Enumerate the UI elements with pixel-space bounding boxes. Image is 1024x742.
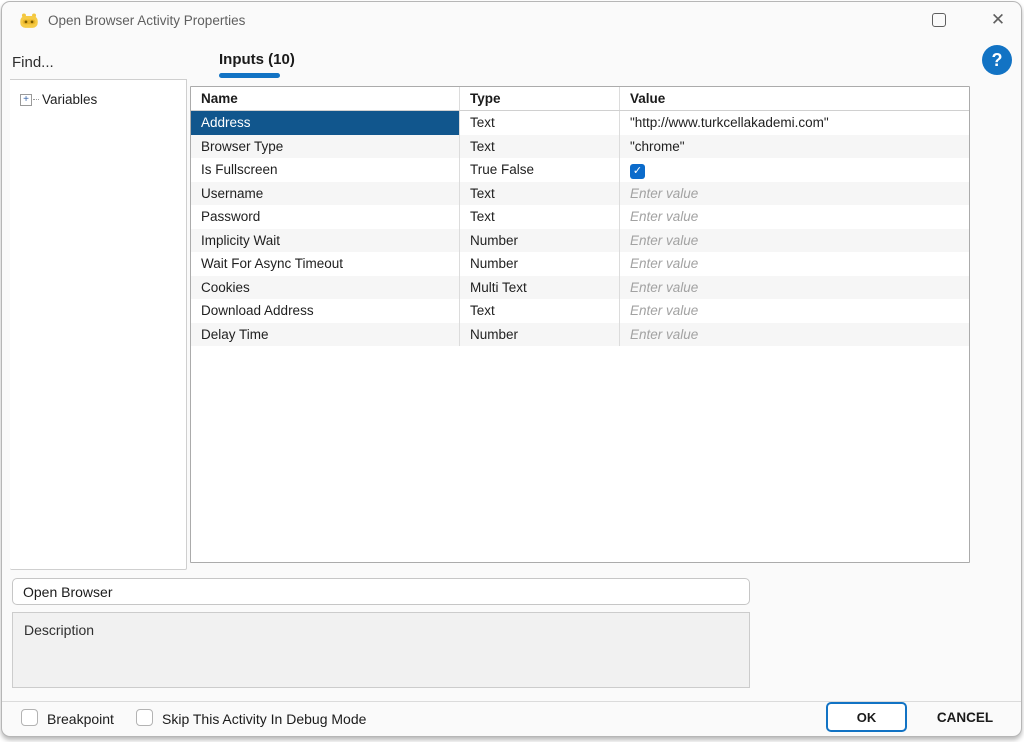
table-row[interactable]: Browser Type Text "chrome" <box>191 134 969 159</box>
row-value-cell[interactable]: Enter value <box>620 323 969 347</box>
row-type-cell: Text <box>460 111 620 135</box>
table-row[interactable]: Username Text Enter value <box>191 181 969 206</box>
table-header: Name Type Value <box>191 87 969 111</box>
tree-item-label: Variables <box>42 92 98 107</box>
table-row[interactable]: Password Text Enter value <box>191 205 969 229</box>
value-placeholder: Enter value <box>630 232 699 248</box>
value-placeholder: Enter value <box>630 279 699 295</box>
description-placeholder: Description <box>24 622 95 638</box>
row-name-cell[interactable]: Download Address <box>191 299 460 323</box>
properties-dialog: Open Browser Activity Properties ✕ ? Fin… <box>1 1 1022 737</box>
column-header-type: Type <box>460 87 620 110</box>
row-name-cell[interactable]: Delay Time <box>191 322 460 346</box>
row-name-cell[interactable]: Browser Type <box>191 134 460 158</box>
skip-debug-label: Skip This Activity In Debug Mode <box>162 711 367 727</box>
row-name-cell[interactable]: Address <box>191 111 460 135</box>
table-body: Address Text "http://www.turkcellakademi.c… <box>191 111 969 346</box>
window-title: Open Browser Activity Properties <box>48 13 246 28</box>
row-value-cell[interactable]: Enter value <box>620 252 969 276</box>
table-row[interactable]: Wait For Async Timeout Number Enter value <box>191 252 969 276</box>
row-type-cell: True False <box>460 158 620 182</box>
value-placeholder: Enter value <box>630 256 699 271</box>
table-row[interactable]: Download Address Text Enter value <box>191 299 969 323</box>
row-type-cell: Number <box>460 322 620 346</box>
value-checkbox-checked[interactable]: ✓ <box>630 164 645 179</box>
ok-button[interactable]: OK <box>826 702 907 732</box>
row-value-cell[interactable]: Enter value <box>620 276 969 300</box>
maximize-button[interactable] <box>932 13 946 27</box>
table-row[interactable]: Implicity Wait Number Enter value <box>191 228 969 253</box>
tree-connector <box>33 99 39 100</box>
find-input[interactable]: Find... <box>12 54 54 71</box>
row-value-cell[interactable]: "http://www.turkcellakademi.com" <box>620 111 969 135</box>
tab-inputs[interactable]: Inputs (10) <box>219 51 295 68</box>
row-name-cell[interactable]: Username <box>191 181 460 205</box>
row-name-cell[interactable]: Password <box>191 205 460 229</box>
value-text: "chrome" <box>630 138 685 154</box>
value-placeholder: Enter value <box>630 326 699 342</box>
tree-item-variables[interactable]: + Variables <box>10 80 186 107</box>
value-placeholder: Enter value <box>630 185 699 201</box>
expand-plus-icon[interactable]: + <box>20 93 32 106</box>
close-icon[interactable]: ✕ <box>986 8 1010 32</box>
table-row[interactable]: Is Fullscreen True False ✓ <box>191 158 969 182</box>
breakpoint-checkbox[interactable] <box>21 709 38 726</box>
row-name-cell[interactable]: Wait For Async Timeout <box>191 252 460 276</box>
skip-debug-checkbox[interactable] <box>136 709 153 726</box>
description-textarea[interactable]: Description <box>12 612 750 688</box>
row-type-cell: Number <box>460 252 620 276</box>
row-type-cell: Multi Text <box>460 275 620 299</box>
column-header-value: Value <box>630 91 666 106</box>
tab-active-indicator <box>219 73 280 78</box>
row-value-cell[interactable]: Enter value <box>620 182 969 206</box>
title-bar: Open Browser Activity Properties ✕ <box>2 2 1021 40</box>
breakpoint-label: Breakpoint <box>47 711 114 727</box>
robot-app-icon <box>20 13 38 28</box>
activity-name-input[interactable] <box>12 578 750 605</box>
row-value-cell[interactable]: ✓ <box>620 158 969 182</box>
variables-panel: + Variables <box>10 79 187 570</box>
row-value-cell[interactable]: "chrome" <box>620 135 969 159</box>
column-header-name: Name <box>191 87 460 110</box>
cancel-button[interactable]: CANCEL <box>922 702 1008 732</box>
table-row[interactable]: Delay Time Number Enter value <box>191 322 969 347</box>
value-placeholder: Enter value <box>630 209 699 224</box>
inputs-table: Name Type Value Address Text "http://www.t… <box>190 86 970 563</box>
row-value-cell[interactable]: Enter value <box>620 299 969 323</box>
table-row[interactable]: Cookies Multi Text Enter value <box>191 275 969 300</box>
row-name-cell[interactable]: Cookies <box>191 275 460 299</box>
row-value-cell[interactable]: Enter value <box>620 229 969 253</box>
row-type-cell: Text <box>460 134 620 158</box>
value-text: "http://www.turkcellakademi.com" <box>630 115 829 130</box>
table-row[interactable]: Address Text "http://www.turkcellakademi.c… <box>191 111 969 135</box>
row-type-cell: Text <box>460 205 620 229</box>
row-type-cell: Number <box>460 228 620 252</box>
row-name-cell[interactable]: Implicity Wait <box>191 228 460 252</box>
help-button[interactable]: ? <box>982 45 1012 75</box>
row-name-cell[interactable]: Is Fullscreen <box>191 158 460 182</box>
row-type-cell: Text <box>460 299 620 323</box>
value-placeholder: Enter value <box>630 303 699 318</box>
row-value-cell[interactable]: Enter value <box>620 205 969 229</box>
row-type-cell: Text <box>460 181 620 205</box>
